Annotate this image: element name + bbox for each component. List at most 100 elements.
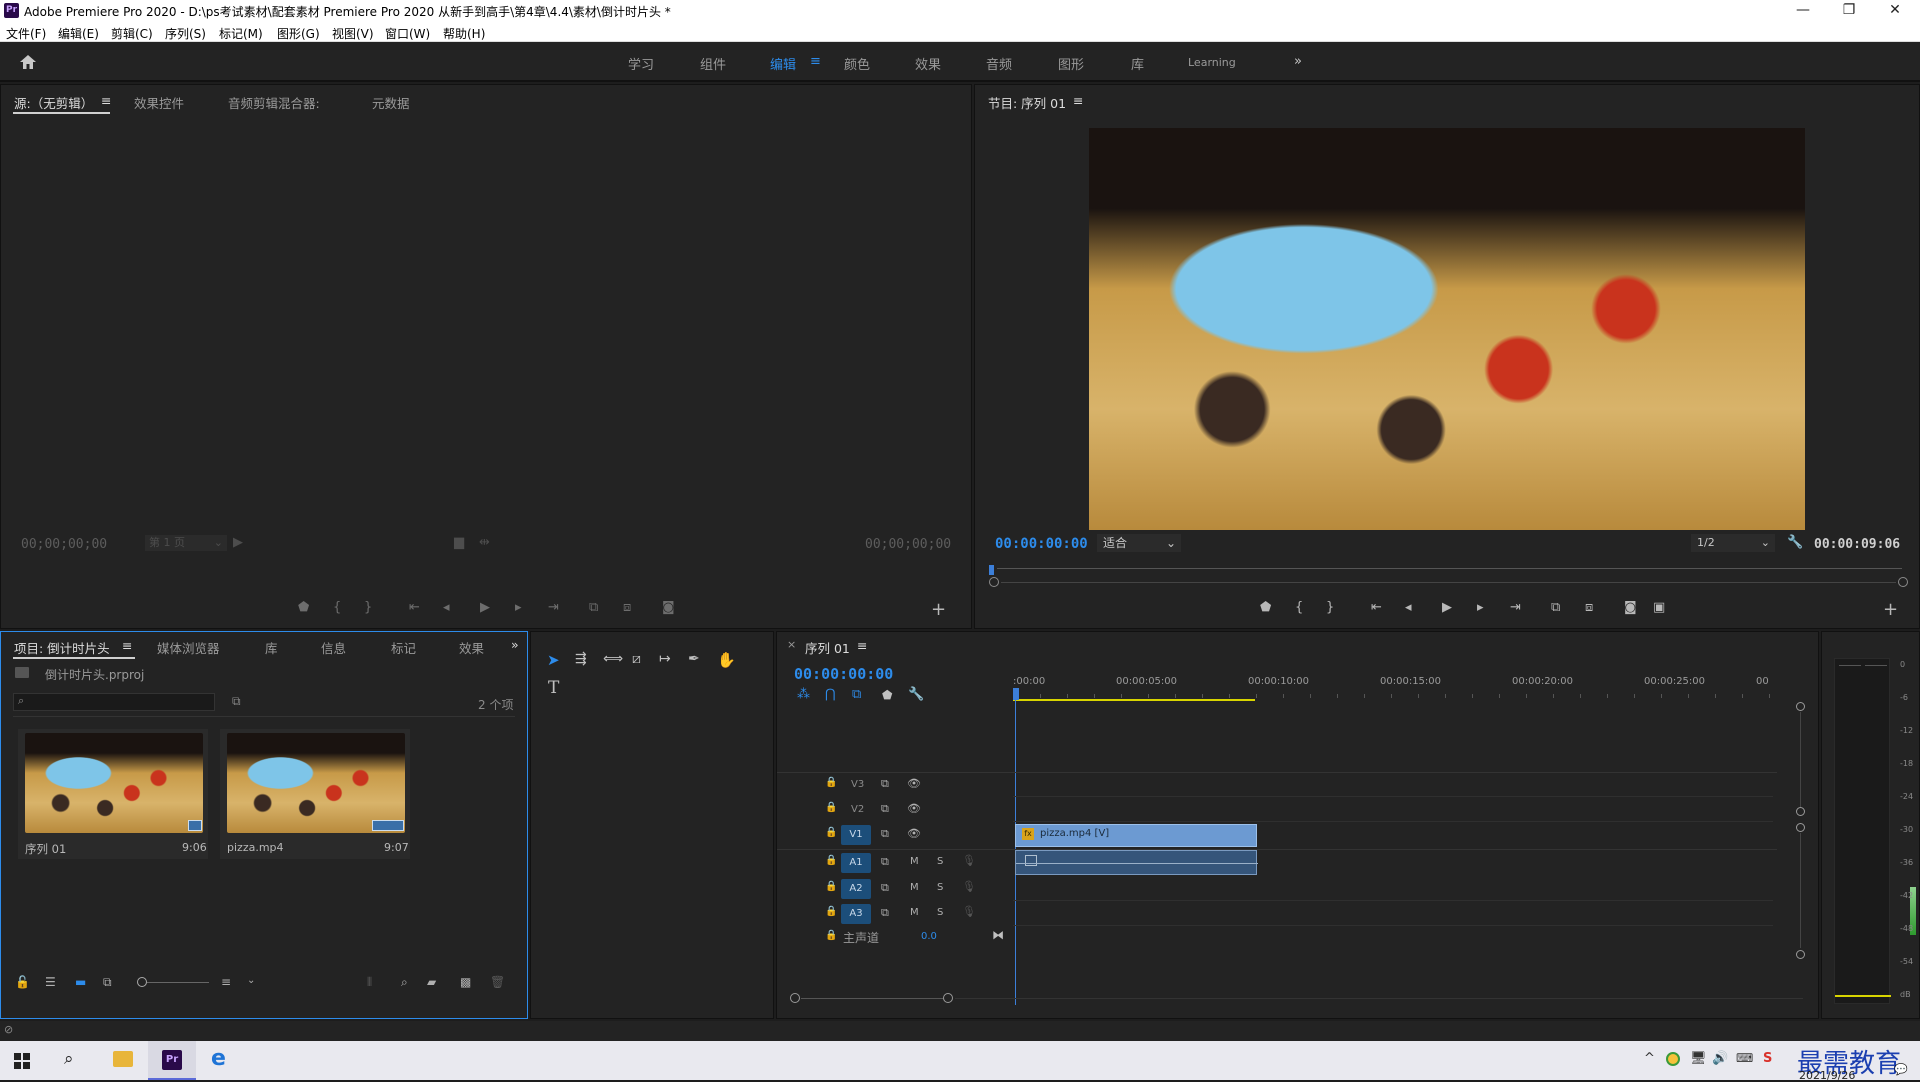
- tab-effects[interactable]: 效果: [459, 638, 484, 657]
- audio-scrollbar[interactable]: [1800, 833, 1801, 948]
- close-button[interactable]: ✕: [1872, 0, 1918, 22]
- menu-window[interactable]: 窗口(W): [385, 25, 430, 42]
- master-volume-value[interactable]: 0.0: [921, 931, 937, 942]
- mute-button[interactable]: M: [910, 907, 919, 918]
- edge-browser-icon[interactable]: e: [211, 1046, 226, 1071]
- freeform-view-icon[interactable]: ⧉: [103, 975, 112, 990]
- go-to-out-icon[interactable]: ⇥: [548, 600, 559, 615]
- track-select-tool-icon[interactable]: ⇶: [575, 651, 587, 667]
- program-playhead[interactable]: [989, 565, 994, 575]
- go-to-out-icon[interactable]: ⇥: [1510, 600, 1521, 615]
- play-icon[interactable]: ▶: [1442, 600, 1452, 615]
- step-back-icon[interactable]: ◂: [443, 600, 450, 615]
- tab-audio-clip-mixer[interactable]: 音频剪辑混合器:: [228, 93, 320, 112]
- tray-app-icon[interactable]: [1666, 1052, 1680, 1066]
- trash-icon[interactable]: 🗑: [490, 975, 505, 989]
- track-label-a3[interactable]: A3: [841, 904, 871, 924]
- h-zoom-handle-right[interactable]: [943, 993, 953, 1003]
- program-title[interactable]: 节目: 序列 01: [988, 93, 1066, 112]
- program-timecode[interactable]: 00:00:00:00: [995, 536, 1088, 552]
- lock-icon[interactable]: 🔒: [825, 802, 837, 813]
- mark-in-icon[interactable]: {: [333, 600, 341, 615]
- timeline-title[interactable]: 序列 01: [805, 638, 850, 657]
- menu-file[interactable]: 文件(F): [6, 25, 46, 42]
- menu-marker[interactable]: 标记(M): [219, 25, 263, 42]
- nest-icon[interactable]: ⁂: [797, 687, 810, 702]
- eye-icon[interactable]: 👁: [907, 777, 921, 790]
- source-page-select[interactable]: 第 1 页 ⌄: [145, 535, 227, 551]
- search-icon[interactable]: ⌕: [64, 1049, 74, 1069]
- sync-lock-icon[interactable]: ⧉: [881, 827, 889, 841]
- lock-icon[interactable]: 🔒: [825, 777, 837, 788]
- go-to-in-icon[interactable]: ⇤: [1371, 600, 1382, 615]
- program-time-ruler[interactable]: [989, 563, 1908, 587]
- track-label-a1[interactable]: A1: [841, 853, 871, 873]
- zoom-slider-handle[interactable]: [137, 977, 147, 987]
- go-to-end-icon[interactable]: ⧓: [992, 928, 1004, 942]
- insert-icon[interactable]: ⧉: [589, 600, 598, 615]
- zoom-handle-right[interactable]: [1898, 577, 1908, 587]
- project-item-sequence[interactable]: 序列 01 9:06: [18, 729, 208, 859]
- h-zoom-bar[interactable]: [801, 998, 943, 999]
- close-sequence-icon[interactable]: ×: [787, 638, 796, 651]
- sync-lock-icon[interactable]: ⧉: [881, 855, 889, 869]
- tab-metadata[interactable]: 元数据: [372, 93, 410, 112]
- new-bin-icon[interactable]: ▰: [427, 975, 436, 989]
- track-label-v3[interactable]: V3: [851, 779, 864, 790]
- h-scroll-track[interactable]: [955, 998, 1803, 999]
- step-forward-icon[interactable]: ▸: [515, 600, 522, 615]
- tab-project[interactable]: 项目: 倒计时片头: [14, 638, 110, 657]
- chevron-down-icon[interactable]: ⌄: [247, 975, 255, 986]
- program-menu-icon[interactable]: ≡: [1073, 93, 1083, 108]
- file-explorer-icon[interactable]: [113, 1051, 133, 1067]
- audio-clip[interactable]: [1015, 850, 1258, 875]
- solo-button[interactable]: S: [937, 856, 943, 867]
- scroll-handle[interactable]: [1796, 950, 1805, 959]
- track-label-v2[interactable]: V2: [851, 804, 864, 815]
- workspace-assembly[interactable]: 组件: [700, 54, 726, 73]
- add-button-icon[interactable]: +: [1883, 599, 1898, 620]
- sogou-input-icon[interactable]: S: [1763, 1051, 1772, 1066]
- new-item-icon[interactable]: ▩: [460, 975, 471, 989]
- lift-icon[interactable]: ⧉: [1551, 600, 1560, 615]
- h-zoom-handle-left[interactable]: [790, 993, 800, 1003]
- menu-edit[interactable]: 编辑(E): [58, 25, 99, 42]
- selection-tool-icon[interactable]: ➤: [547, 651, 560, 669]
- video-clip[interactable]: fx pizza.mp4 [V]: [1015, 824, 1257, 847]
- lock-icon[interactable]: 🔒: [825, 906, 837, 917]
- workspace-more-icon[interactable]: »: [1294, 54, 1302, 69]
- snap-icon[interactable]: ⋂: [825, 687, 836, 702]
- scroll-handle[interactable]: [1796, 807, 1805, 816]
- project-menu-icon[interactable]: ≡: [122, 638, 132, 653]
- sync-lock-icon[interactable]: ⧉: [881, 802, 889, 816]
- automate-to-sequence-icon[interactable]: ⫴: [367, 975, 372, 990]
- microphone-icon[interactable]: 🎙: [962, 905, 976, 918]
- ripple-edit-tool-icon[interactable]: ⟺: [603, 651, 623, 667]
- list-view-icon[interactable]: ☰: [45, 975, 56, 989]
- workspace-color[interactable]: 颜色: [844, 54, 870, 73]
- project-search-input[interactable]: ⌕: [13, 693, 215, 711]
- show-hidden-icons-icon[interactable]: ^: [1644, 1051, 1655, 1066]
- workspace-audio[interactable]: 音频: [986, 54, 1012, 73]
- lock-icon[interactable]: 🔒: [825, 855, 837, 866]
- settings-small-icon[interactable]: ▆: [454, 535, 464, 550]
- razor-tool-icon[interactable]: ⧄: [632, 651, 641, 667]
- mark-out-icon[interactable]: }: [364, 600, 372, 615]
- tab-source[interactable]: 源:（无剪辑）: [14, 93, 93, 112]
- lock-icon[interactable]: 🔒: [825, 881, 837, 892]
- timeline-menu-icon[interactable]: ≡: [857, 638, 867, 653]
- slip-tool-icon[interactable]: ↦: [659, 651, 671, 667]
- add-marker-icon[interactable]: ⬟: [298, 600, 309, 615]
- panel-overflow-icon[interactable]: »: [511, 637, 519, 652]
- wrench-icon[interactable]: 🔧: [1787, 535, 1803, 550]
- menu-view[interactable]: 视图(V): [332, 25, 374, 42]
- scroll-handle[interactable]: [1796, 702, 1805, 711]
- sort-icon[interactable]: ≡: [221, 975, 231, 989]
- workspace-effects[interactable]: 效果: [915, 54, 941, 73]
- network-icon[interactable]: 🖥: [1690, 1051, 1707, 1066]
- go-to-in-icon[interactable]: ⇤: [409, 600, 420, 615]
- sync-lock-icon[interactable]: ⧉: [881, 777, 889, 791]
- play-small-icon[interactable]: ▶: [233, 535, 243, 550]
- restore-button[interactable]: ❐: [1826, 0, 1872, 22]
- menu-help[interactable]: 帮助(H): [443, 25, 485, 42]
